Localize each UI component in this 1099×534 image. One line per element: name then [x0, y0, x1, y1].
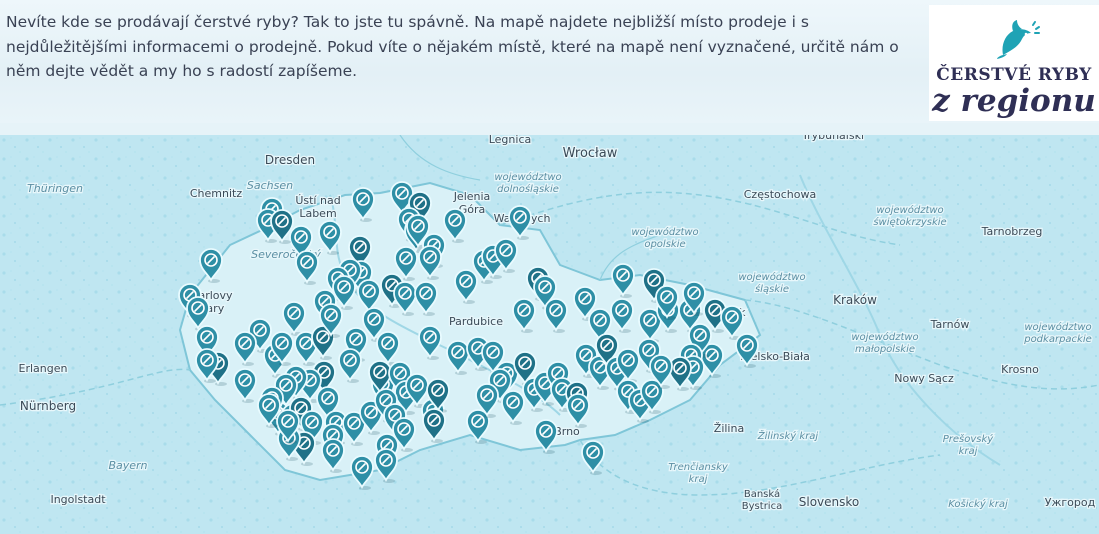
- intro-line-3: něm dejte vědět a my ho s radostí zapíše…: [6, 62, 358, 80]
- place-label-usti: Ústí nad Labem: [295, 194, 340, 220]
- place-label-kosicky: Košický kraj: [948, 498, 1008, 510]
- logo-title: ČERSTVÉ RYBY: [936, 65, 1092, 85]
- intro-line-2: nejdůležitějšími informacemi o prodejně.…: [6, 37, 899, 56]
- place-label-nowysacz: Nowy Sącz: [894, 372, 954, 385]
- place-label-nurnberg: Nürnberg: [20, 399, 76, 413]
- intro-text: Nevíte kde se prodávají čerstvé ryby? Ta…: [6, 10, 906, 84]
- place-label-uzhorod: Ужгород: [1045, 496, 1096, 509]
- map-canvas[interactable]: Dresden Legnica Wrocław Trybunalski Thüringe…: [0, 135, 1099, 534]
- place-label-sachsen: Sachsen: [247, 179, 293, 192]
- place-label-krosno: Krosno: [1001, 363, 1039, 376]
- place-label-erlangen: Erlangen: [19, 362, 68, 375]
- place-label-dresden: Dresden: [265, 153, 315, 167]
- place-label-ingolstadt: Ingolstadt: [50, 493, 106, 506]
- place-label-zilina: Žilina: [714, 422, 744, 435]
- store-map[interactable]: Dresden Legnica Wrocław Trybunalski Thüringe…: [0, 135, 1099, 534]
- place-label-tarnobrzeg: Tarnobrzeg: [981, 225, 1043, 238]
- place-label-krakow: Kraków: [833, 293, 877, 307]
- fish-icon: [997, 20, 1040, 59]
- intro-line-1: Nevíte kde se prodávají čerstvé ryby? Ta…: [6, 13, 809, 31]
- place-label-trzebnica: Trybunalski: [801, 135, 864, 142]
- place-label-pardubice: Pardubice: [449, 315, 503, 328]
- place-label-chemnitz: Chemnitz: [190, 187, 242, 200]
- place-label-thuringen: Thüringen: [27, 182, 83, 195]
- place-label-tarnow: Tarnów: [930, 318, 970, 331]
- brand-logo[interactable]: ČERSTVÉ RYBY z regionu: [929, 5, 1099, 121]
- logo-subtitle: z regionu: [932, 83, 1096, 119]
- place-label-wroclaw: Wrocław: [563, 146, 618, 161]
- place-label-zilinsky: Žilinský kraj: [757, 429, 819, 442]
- place-label-czestochowa: Częstochowa: [744, 188, 816, 201]
- place-label-slovensko: Slovensko: [799, 495, 860, 509]
- place-label-legnica: Legnica: [489, 135, 532, 146]
- place-label-bayern: Bayern: [108, 459, 147, 472]
